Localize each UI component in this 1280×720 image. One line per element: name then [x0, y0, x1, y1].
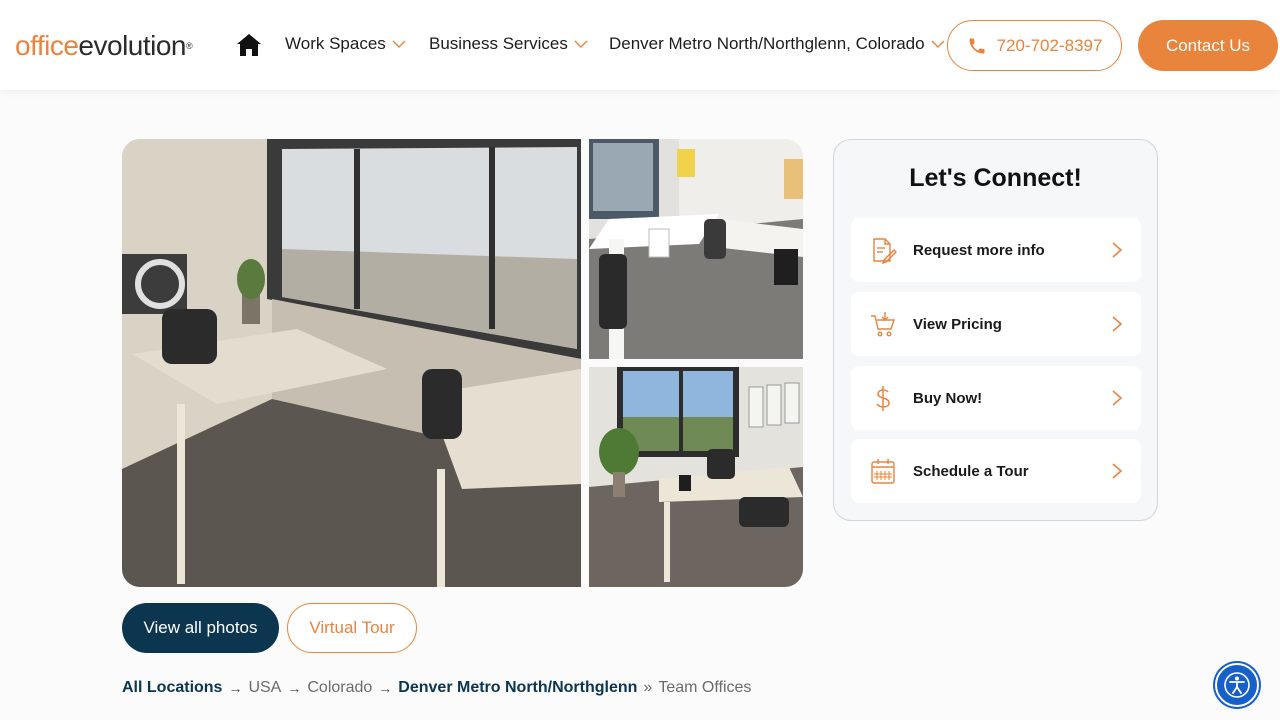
breadcrumb-all-locations[interactable]: All Locations	[122, 679, 222, 697]
chevron-right-icon	[1112, 242, 1123, 258]
virtual-tour-button[interactable]: Virtual Tour	[287, 603, 417, 653]
breadcrumb-separator: »	[643, 679, 653, 696]
phone-number: 720-702-8397	[996, 35, 1103, 55]
schedule-tour-item[interactable]: Schedule a Tour	[851, 439, 1141, 503]
breadcrumb-colorado[interactable]: Colorado	[307, 679, 372, 697]
nav-location-label: Denver Metro North/Northglenn, Colorado	[609, 34, 925, 53]
office-photo-bottom-right[interactable]	[589, 367, 803, 587]
breadcrumb: All Locations → USA → Colorado → Denver …	[122, 679, 751, 697]
buy-now-item[interactable]: Buy Now!	[851, 366, 1141, 430]
calendar-icon	[871, 459, 895, 484]
nav-business-services[interactable]: Business Services	[429, 34, 588, 54]
chevron-down-icon	[392, 40, 406, 48]
nav-work-spaces[interactable]: Work Spaces	[285, 34, 406, 54]
phone-icon	[969, 38, 985, 53]
chevron-right-icon	[1112, 316, 1123, 332]
breadcrumb-separator: →	[378, 680, 393, 696]
connect-title: Let's Connect!	[909, 164, 1082, 192]
breadcrumb-separator: →	[287, 680, 302, 696]
site-header: officeevolution® Work Spaces Business Se…	[0, 0, 1280, 90]
virtual-tour-label: Virtual Tour	[309, 618, 395, 637]
nav-business-services-label: Business Services	[429, 34, 568, 53]
home-icon[interactable]	[236, 33, 262, 57]
accessibility-button[interactable]	[1215, 663, 1259, 707]
document-pen-icon	[873, 238, 897, 264]
view-pricing-item[interactable]: View Pricing	[851, 292, 1141, 356]
office-evolution-logo[interactable]: officeevolution®	[15, 30, 193, 62]
view-all-photos-label: View all photos	[143, 618, 258, 637]
nav-work-spaces-label: Work Spaces	[285, 34, 386, 53]
breadcrumb-current: Team Offices	[658, 679, 752, 696]
chevron-right-icon	[1112, 390, 1123, 406]
request-info-item[interactable]: Request more info	[851, 218, 1141, 282]
chevron-down-icon	[574, 40, 588, 48]
view-pricing-label: View Pricing	[913, 315, 1002, 333]
contact-us-button[interactable]: Contact Us	[1138, 20, 1278, 71]
nav-location[interactable]: Denver Metro North/Northglenn, Colorado	[609, 34, 945, 54]
view-all-photos-button[interactable]: View all photos	[122, 603, 279, 653]
logo-trademark: ®	[186, 41, 193, 51]
schedule-tour-label: Schedule a Tour	[913, 462, 1029, 480]
phone-button[interactable]: 720-702-8397	[947, 20, 1122, 71]
contact-us-label: Contact Us	[1165, 35, 1251, 55]
dollar-icon	[876, 386, 890, 411]
buy-now-label: Buy Now!	[913, 389, 983, 407]
chevron-down-icon	[931, 40, 945, 48]
chevron-right-icon	[1112, 463, 1123, 479]
office-photo-main[interactable]	[122, 139, 581, 587]
logo-text-evolution: evolution	[78, 30, 187, 61]
request-info-label: Request more info	[913, 241, 1045, 259]
connect-card: Let's Connect! Request more info View Pr…	[833, 139, 1158, 521]
cart-icon	[871, 312, 895, 337]
logo-text-office: office	[15, 30, 79, 61]
office-photo-top-right[interactable]	[589, 139, 803, 359]
breadcrumb-separator: →	[228, 680, 243, 696]
accessibility-icon	[1224, 672, 1250, 698]
breadcrumb-location[interactable]: Denver Metro North/Northglenn	[398, 679, 637, 697]
breadcrumb-usa[interactable]: USA	[248, 679, 281, 697]
